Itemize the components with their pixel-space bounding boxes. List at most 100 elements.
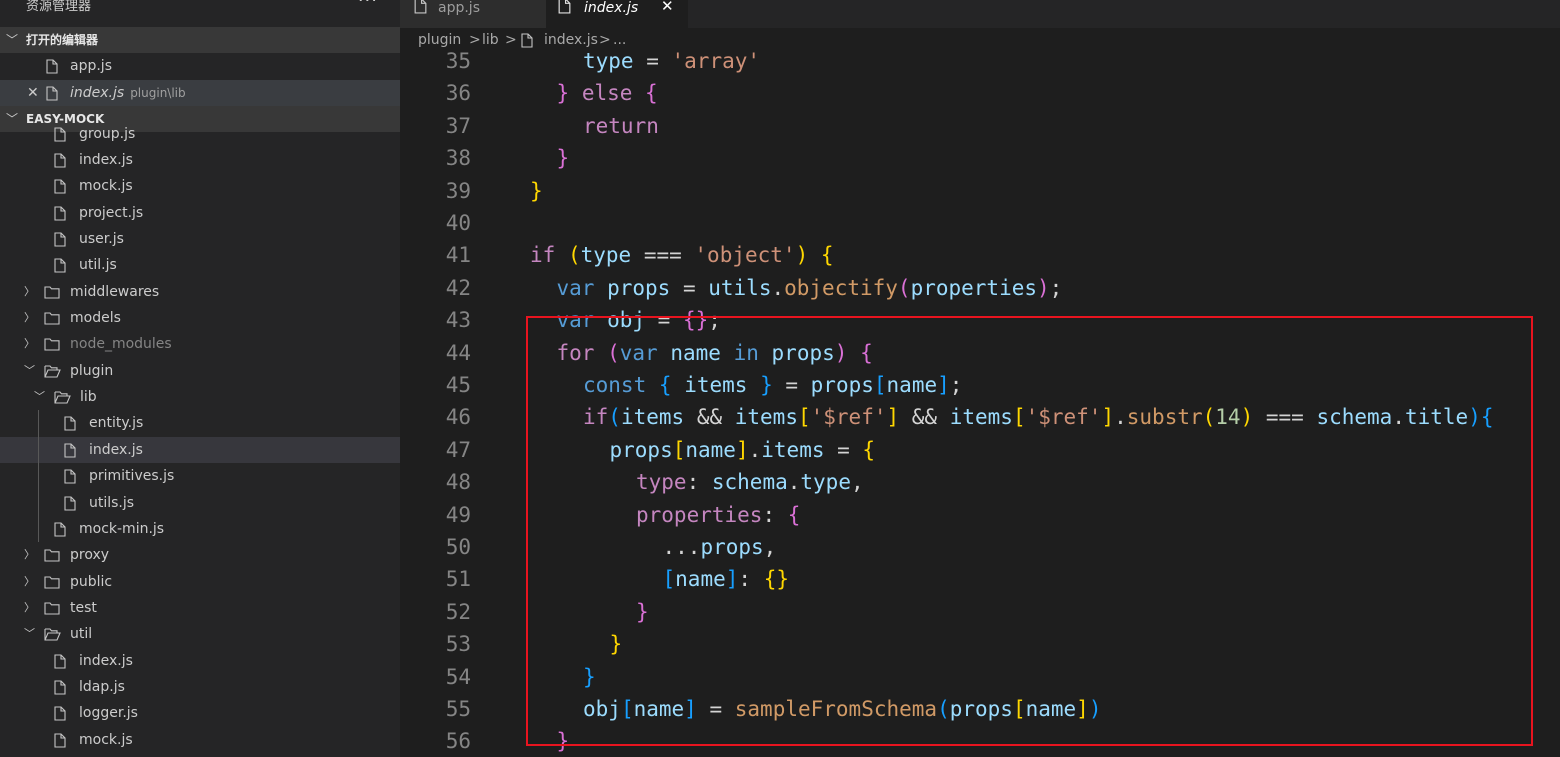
tree-item-label: utils.js <box>89 494 135 511</box>
tree-file-item[interactable]: index.js <box>0 648 400 674</box>
file-icon <box>54 654 66 669</box>
file-icon <box>54 258 66 273</box>
file-icon <box>54 654 66 669</box>
tab-app-js[interactable]: app.js <box>400 0 546 28</box>
chevron-down-icon[interactable]: ﹀ <box>24 621 35 647</box>
code-token: . <box>771 275 785 300</box>
folder-icon <box>44 312 60 325</box>
explorer-header: 资源管理器 ··· <box>0 0 400 22</box>
tree-folder-item[interactable]: 〉 test <box>0 595 400 621</box>
tree-file-item[interactable]: primitives.js <box>0 463 400 489</box>
tree-item-label: util.js <box>79 257 117 274</box>
folder-icon <box>44 602 60 615</box>
code-line[interactable]: 39} <box>400 179 1560 211</box>
code-text: var props = utils.objectify(properties); <box>557 276 1063 300</box>
chevron-down-icon[interactable]: ﹀ <box>24 358 35 384</box>
code-line[interactable]: 38} <box>400 146 1560 178</box>
tree-file-item[interactable]: mock-min.js <box>0 516 400 542</box>
code-token: ( <box>567 243 581 268</box>
tree-folder-item[interactable]: 〉 node_modules <box>0 331 400 357</box>
chevron-right-icon[interactable]: 〉 <box>24 279 35 305</box>
file-icon <box>64 469 76 484</box>
code-token: ) <box>795 243 809 268</box>
folder-icon <box>44 338 60 351</box>
tree-file-item[interactable]: utils.js <box>0 490 400 516</box>
tree-file-item[interactable]: index.js <box>0 147 400 173</box>
tree-item-label: user.js <box>79 231 124 247</box>
code-line[interactable]: 37 return <box>400 114 1560 146</box>
code-token: = <box>633 52 672 73</box>
tree-item-label: index.js <box>79 652 133 669</box>
tree-file-item[interactable]: project.js <box>0 200 400 226</box>
tree-folder-item[interactable]: 〉 public <box>0 569 400 595</box>
chevron-right-icon[interactable]: 〉 <box>24 305 35 331</box>
breadcrumb-index-js[interactable]: index.js <box>544 28 598 52</box>
code-line[interactable]: 35 type = 'array' <box>400 52 1560 81</box>
folder-icon <box>44 286 60 299</box>
line-number: 49 <box>445 502 471 527</box>
code-token: } <box>556 146 570 171</box>
file-icon <box>54 153 66 168</box>
chevron-right-icon[interactable]: 〉 <box>24 595 35 621</box>
code-token: { <box>645 81 658 106</box>
line-number: 35 <box>445 52 471 73</box>
tree-item-label: util <box>70 626 93 643</box>
folder-open-icon <box>44 365 61 378</box>
file-icon <box>54 153 66 168</box>
folder-open-icon <box>44 628 61 641</box>
close-tab-icon[interactable]: ✕ <box>661 0 674 14</box>
tree-file-item[interactable]: util.js <box>0 252 400 278</box>
chevron-right-icon[interactable]: 〉 <box>24 331 35 357</box>
file-icon <box>54 680 66 695</box>
tree-file-item[interactable]: mock.js <box>0 173 400 199</box>
tree-folder-item[interactable]: ﹀ plugin <box>0 358 400 384</box>
file-icon <box>54 522 66 537</box>
file-icon <box>54 179 66 194</box>
tree-folder-item[interactable]: 〉 proxy <box>0 542 400 568</box>
code-line[interactable]: 41 if (type === 'object') { <box>400 243 1560 275</box>
tree-file-item[interactable]: ldap.js <box>0 674 400 700</box>
code-line[interactable]: 42 var props = utils.objectify(properties… <box>400 276 1560 308</box>
tree-item-label: lib <box>80 389 97 406</box>
tree-file-item[interactable]: user.js <box>0 226 400 252</box>
code-text: type = 'array' <box>583 52 760 73</box>
breadcrumb-plugin[interactable]: plugin <box>418 28 461 52</box>
file-icon <box>54 127 66 142</box>
tree-item-label: entity.js <box>89 415 144 432</box>
tree-folder-item[interactable]: 〉 models <box>0 305 400 331</box>
code-token: === <box>631 243 695 268</box>
code-line[interactable]: 40 <box>400 211 1560 243</box>
tree-file-item[interactable]: mock.js <box>0 727 400 753</box>
tree-file-item[interactable]: index.js <box>0 436 400 464</box>
tree-folder-item[interactable]: ﹀ util <box>0 621 400 647</box>
more-actions-button[interactable]: ··· <box>358 0 378 10</box>
line-number: 55 <box>445 697 471 721</box>
open-editor-label: app.js <box>70 58 112 74</box>
open-editor-item[interactable]: app.js <box>0 53 400 79</box>
tree-file-item[interactable]: logger.js <box>0 700 400 726</box>
tree-item-label: middlewares <box>70 283 160 300</box>
open-editor-item-active[interactable]: ✕ index.js plugin\lib <box>0 80 400 107</box>
vertical-scrollbar[interactable] <box>1546 52 1560 757</box>
breadcrumb-symbols[interactable]: ... <box>613 28 626 52</box>
tree-folder-item[interactable]: ﹀ lib <box>0 384 400 410</box>
tree-item-label: models <box>70 310 121 327</box>
file-icon <box>46 59 58 74</box>
close-icon[interactable]: ✕ <box>27 80 39 106</box>
code-line[interactable]: 36} else { <box>400 81 1560 113</box>
tree-file-item[interactable]: entity.js <box>0 410 400 436</box>
tab-label: index.js <box>584 0 639 16</box>
line-number: 53 <box>445 632 471 657</box>
tree-file-item[interactable]: group.js <box>0 121 400 147</box>
breadcrumb-lib[interactable]: lib <box>482 28 499 52</box>
tab-index-js[interactable]: index.js ✕ <box>546 0 688 28</box>
file-icon <box>46 86 58 101</box>
tree-item-label: proxy <box>70 547 110 564</box>
tree-folder-item[interactable]: 〉 middlewares <box>0 279 400 305</box>
line-number: 42 <box>445 275 471 300</box>
open-editors-header[interactable]: ﹀ 打开的编辑器 <box>0 27 400 53</box>
chevron-right-icon[interactable]: 〉 <box>24 569 35 595</box>
folder-icon <box>44 549 60 562</box>
chevron-right-icon[interactable]: 〉 <box>24 542 35 568</box>
chevron-down-icon[interactable]: ﹀ <box>34 384 45 410</box>
